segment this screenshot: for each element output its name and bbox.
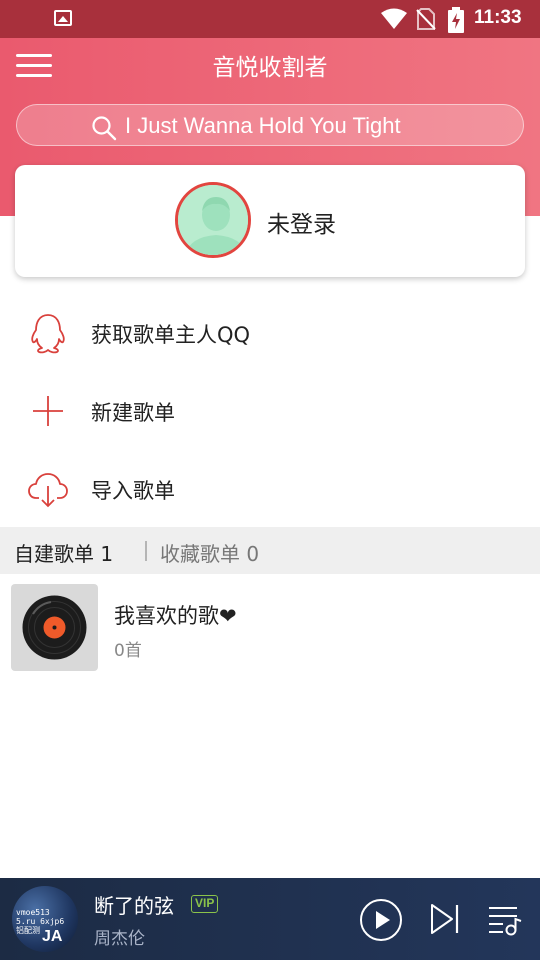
plus-icon <box>33 396 63 426</box>
search-input[interactable]: I Just Wanna Hold You Tight <box>125 113 401 139</box>
get-owner-qq-item[interactable]: 获取歌单主人QQ <box>0 294 540 372</box>
battery-charging-icon <box>448 7 464 33</box>
tab-divider <box>145 541 147 561</box>
get-owner-qq-label: 获取歌单主人QQ <box>91 323 251 347</box>
app-title: 音悦收割者 <box>212 55 328 81</box>
cloud-download-icon <box>28 473 68 508</box>
song-title: 断了的弦 <box>94 894 174 918</box>
playlist-cover <box>11 584 98 671</box>
wifi-icon <box>381 8 407 29</box>
search-icon <box>92 116 117 141</box>
playlist-count: 0首 <box>114 641 142 661</box>
qq-penguin-icon <box>31 314 65 354</box>
album-art-line: vmoe513 <box>16 908 50 917</box>
search-bar[interactable]: I Just Wanna Hold You Tight <box>16 104 524 146</box>
playlist-tabs: 自建歌单 1 收藏歌单 0 <box>0 527 540 574</box>
play-button[interactable] <box>358 897 404 943</box>
default-avatar-icon <box>178 185 248 255</box>
import-playlist-label: 导入歌单 <box>91 479 175 503</box>
user-card[interactable]: 未登录 <box>15 165 525 277</box>
login-status[interactable]: 未登录 <box>267 205 336 239</box>
artist-name: 周杰伦 <box>94 929 145 949</box>
next-track-button[interactable] <box>428 902 462 936</box>
vinyl-record-icon <box>22 595 87 660</box>
album-art-mark: JA <box>42 928 63 945</box>
image-notification-icon <box>54 10 72 26</box>
mini-player[interactable]: vmoe513 5.ru 6xjp6 铝配测 JA 断了的弦 VIP 周杰伦 <box>0 878 540 960</box>
tab-created-playlists[interactable]: 自建歌单 1 <box>14 538 113 567</box>
list-item[interactable]: 我喜欢的歌❤ 0首 <box>0 580 540 676</box>
tab-collected-playlists[interactable]: 收藏歌单 0 <box>160 538 259 567</box>
import-playlist-item[interactable]: 导入歌单 <box>0 450 540 528</box>
no-sim-icon <box>416 8 436 30</box>
vip-badge: VIP <box>191 895 219 913</box>
album-art[interactable]: vmoe513 5.ru 6xjp6 铝配测 JA <box>12 886 78 952</box>
avatar[interactable] <box>175 182 251 258</box>
album-art-line: 5.ru 6xjp6 <box>16 917 65 926</box>
new-playlist-label: 新建歌单 <box>91 401 175 425</box>
playlist-name: 我喜欢的歌❤ <box>114 604 237 628</box>
status-bar: 11:33 <box>0 0 540 38</box>
status-time: 11:33 <box>474 7 522 28</box>
new-playlist-item[interactable]: 新建歌单 <box>0 372 540 450</box>
playlist-queue-button[interactable] <box>487 903 523 937</box>
